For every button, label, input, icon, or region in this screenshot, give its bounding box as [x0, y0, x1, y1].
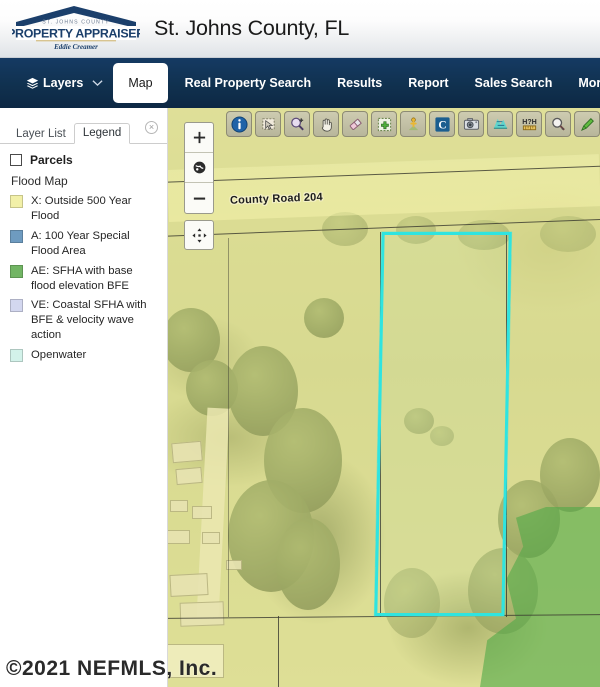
tab-sales-search[interactable]: Sales Search: [462, 58, 566, 108]
camera-icon[interactable]: [458, 111, 484, 137]
parcels-checkbox[interactable]: [10, 154, 22, 166]
sidebar-tab-legend[interactable]: Legend: [73, 123, 131, 144]
svg-text:H?H: H?H: [522, 118, 537, 126]
property-appraiser-map-app: ST. JOHNS COUNTY PROPERTY APPRAISER Eddi…: [0, 0, 600, 687]
logo-signature: Eddie Creamer: [53, 43, 98, 51]
layers-stack-icon: [26, 77, 39, 90]
select-cursor-icon[interactable]: [255, 111, 281, 137]
parcel-boundary-line: [228, 238, 229, 617]
legend-swatch-ae: [10, 264, 23, 278]
legend-swatch-ve: [10, 299, 23, 313]
legend-item: VE: Coastal SFHA with BFE & velocity wav…: [10, 298, 159, 343]
selected-parcel-outline[interactable]: [374, 232, 512, 616]
pan-hand-icon[interactable]: [313, 111, 339, 137]
legend-body: Parcels Flood Map X: Outside 500 Year Fl…: [0, 144, 167, 363]
legend-item: AE: SFHA with base flood elevation BFE: [10, 264, 159, 294]
close-icon[interactable]: ×: [145, 121, 158, 134]
main-navbar: Layers Map Real Property Search Results …: [0, 58, 600, 108]
zoom-in-button[interactable]: [185, 123, 213, 153]
tab-report[interactable]: Report: [395, 58, 461, 108]
pan-locate-button[interactable]: [184, 220, 214, 250]
c-letter-icon[interactable]: C: [429, 111, 455, 137]
draw-pen-icon[interactable]: [574, 111, 600, 137]
parcel-boundary-line: [278, 616, 279, 687]
home-globe-button[interactable]: [185, 153, 213, 183]
chevron-down-icon: [92, 79, 103, 87]
legend-label: A: 100 Year Special Flood Area: [31, 229, 130, 257]
sidebar-tab-layer-list[interactable]: Layer List: [8, 125, 74, 144]
tab-more[interactable]: More: [565, 58, 600, 108]
copyright-watermark: ©2021 NEFMLS, Inc.: [6, 657, 218, 680]
layers-menu-button[interactable]: Layers: [26, 76, 103, 90]
logo-top-text: ST. JOHNS COUNTY: [42, 19, 109, 25]
logo-graphic: ST. JOHNS COUNTY PROPERTY APPRAISER Eddi…: [12, 5, 140, 51]
legend-sidebar: Layer List Legend × Parcels Flood Map X:…: [0, 108, 168, 687]
legend-label: AE: SFHA with base flood elevation BFE: [31, 264, 133, 292]
aerial-imagery: County Road 204: [168, 108, 600, 687]
measure-person-icon[interactable]: [400, 111, 426, 137]
legend-item: X: Outside 500 Year Flood: [10, 194, 159, 224]
page-header: ST. JOHNS COUNTY PROPERTY APPRAISER Eddi…: [0, 0, 600, 58]
legend-swatch-openwater: [10, 349, 23, 363]
zoom-out-button[interactable]: [185, 183, 213, 213]
tab-results[interactable]: Results: [324, 58, 395, 108]
zoom-select-icon[interactable]: [284, 111, 310, 137]
legend-label: X: Outside 500 Year Flood: [31, 195, 132, 222]
identify-info-icon[interactable]: [226, 111, 252, 137]
logo-main-text: PROPERTY APPRAISER: [12, 26, 140, 40]
measure-ruler-icon[interactable]: H?H: [516, 111, 542, 137]
sketch-layers-icon[interactable]: [487, 111, 513, 137]
search-magnifier-icon[interactable]: [545, 111, 571, 137]
sidebar-tabrow: Layer List Legend ×: [0, 118, 167, 144]
legend-parcels-row[interactable]: Parcels: [10, 153, 159, 167]
legend-label: VE: Coastal SFHA with BFE & velocity wav…: [31, 299, 147, 342]
layers-label: Layers: [43, 76, 84, 90]
legend-label: Openwater: [31, 349, 87, 362]
page-title: St. Johns County, FL: [154, 16, 350, 40]
tab-map[interactable]: Map: [113, 63, 168, 103]
map-canvas[interactable]: County Road 204 C H?H: [168, 108, 600, 687]
legend-swatch-x: [10, 195, 23, 208]
eraser-clear-icon[interactable]: [342, 111, 368, 137]
tab-real-property-search[interactable]: Real Property Search: [172, 58, 324, 108]
svg-text:C: C: [438, 119, 446, 131]
legend-item: A: 100 Year Special Flood Area: [10, 229, 159, 259]
legend-item: Openwater: [10, 348, 159, 363]
map-toolbar: C H?H: [226, 111, 600, 137]
site-logo[interactable]: ST. JOHNS COUNTY PROPERTY APPRAISER Eddi…: [12, 4, 140, 54]
map-zoom-controls: [184, 122, 214, 214]
flood-map-heading: Flood Map: [11, 174, 68, 188]
legend-swatch-a: [10, 229, 23, 243]
add-selection-icon[interactable]: [371, 111, 397, 137]
parcels-label: Parcels: [30, 153, 73, 167]
